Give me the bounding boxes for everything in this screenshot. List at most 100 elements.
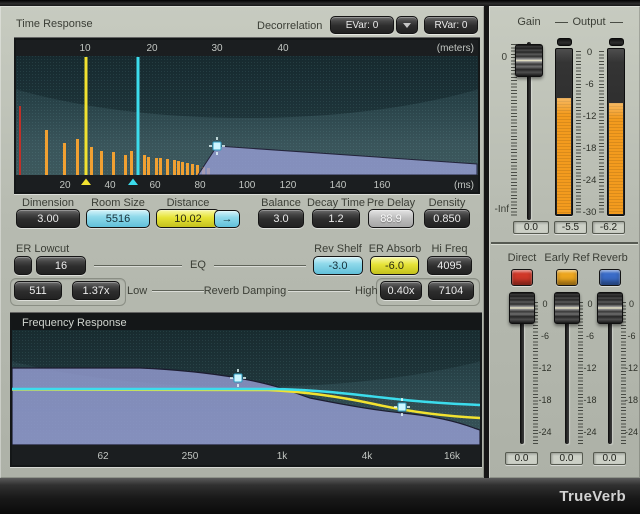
- rvar-button[interactable]: RVar: 0: [424, 16, 478, 34]
- reverb-fader-scale: 0 -6 -12 -18 -24: [624, 299, 639, 437]
- axis-tick-label: 60: [149, 180, 161, 191]
- early-reflection-bar: [90, 147, 93, 175]
- reverb-damping-title: Reverb Damping: [200, 285, 290, 297]
- clip-led-left[interactable]: [557, 38, 572, 46]
- axis-tick-label: 20: [59, 180, 71, 191]
- early-reflection-bar: [147, 157, 150, 175]
- direct-fader-knob[interactable]: [509, 292, 535, 324]
- er-lowcut-toggle-button[interactable]: [14, 256, 32, 275]
- er-absorb-value[interactable]: -6.0: [370, 256, 419, 275]
- fr-axis-strip: [12, 445, 480, 465]
- axis-tick-label: 62: [97, 451, 109, 462]
- early-reflection-bar: [124, 155, 127, 175]
- output-left-readout[interactable]: -5.5: [554, 221, 587, 234]
- decay-time-value[interactable]: 1.2: [312, 209, 360, 228]
- evar-dropdown-button[interactable]: [396, 16, 418, 34]
- early-reflection-bar: [143, 155, 146, 175]
- damping-high-ratio-value[interactable]: 0.40x: [380, 281, 422, 300]
- damping-line-right: [288, 290, 350, 291]
- reverb-mute-button[interactable]: [599, 269, 621, 286]
- output-meter-right: [607, 48, 625, 216]
- reverb-fader-knob[interactable]: [597, 292, 623, 324]
- output-right-readout[interactable]: -6.2: [592, 221, 625, 234]
- db-scale-label: -18: [624, 395, 639, 405]
- direct-sound-marker: [19, 106, 21, 175]
- room-size-label: Room Size: [78, 197, 158, 209]
- early-reflection-bar: [173, 160, 176, 175]
- bottom-bar: TrueVerb: [0, 478, 640, 514]
- early-reflection-bar: [181, 162, 184, 175]
- time-response-graph[interactable]: 10 20 30 40 (meters): [14, 38, 480, 194]
- gain-scale-top: 0: [493, 52, 507, 63]
- db-scale-label: -12: [582, 363, 598, 373]
- main-panel: Time Response Decorrelation EVar: 0 RVar…: [0, 6, 484, 478]
- frequency-response-graph[interactable]: Frequency Response: [10, 313, 482, 467]
- axis-tick-label: 250: [182, 451, 199, 462]
- early-ref-value-readout[interactable]: 0.0: [550, 452, 583, 465]
- early-ref-fader-knob[interactable]: [554, 292, 580, 324]
- early-reflection-bar: [177, 161, 180, 175]
- er-lowcut-value[interactable]: 16: [36, 256, 86, 275]
- db-scale-label: -30: [580, 208, 599, 218]
- axis-tick-label: 160: [374, 180, 391, 191]
- early-reflection-bar: [76, 139, 79, 175]
- db-scale-label: -24: [624, 427, 639, 437]
- eq-section-label: EQ: [186, 259, 210, 271]
- distance-value[interactable]: 10.02: [156, 209, 220, 228]
- channel-label-reverb: Reverb: [580, 252, 640, 264]
- distance-marker-line[interactable]: [85, 57, 88, 175]
- room-distance-link-button[interactable]: →: [214, 210, 240, 228]
- early-reflection-bar: [130, 151, 133, 175]
- db-scale-label: 0: [580, 48, 599, 58]
- axis-unit-label: (ms): [454, 180, 474, 191]
- axis-tick-label: 4k: [362, 451, 374, 462]
- early-reflection-bar: [186, 163, 189, 175]
- balance-value[interactable]: 3.0: [258, 209, 304, 228]
- direct-value-readout[interactable]: 0.0: [505, 452, 538, 465]
- early-reflection-bar: [166, 159, 169, 175]
- damping-high-label: High: [355, 285, 378, 297]
- eq-divider-line-left: [94, 265, 182, 266]
- damping-line-left: [152, 290, 204, 291]
- gain-scale-bottom: -Inf: [489, 204, 509, 215]
- reverb-value-readout[interactable]: 0.0: [593, 452, 626, 465]
- pre-delay-value[interactable]: 88.9: [368, 209, 414, 228]
- direct-fader-scale: 0 -6 -12 -18 -24: [537, 299, 553, 437]
- axis-tick-label: 10: [79, 43, 91, 54]
- early-reflection-bar: [191, 164, 194, 175]
- early-ref-mute-button[interactable]: [556, 269, 578, 286]
- damping-low-label: Low: [127, 285, 147, 297]
- room-size-value[interactable]: 5516: [86, 209, 150, 228]
- density-value[interactable]: 0.850: [424, 209, 470, 228]
- db-scale-label: -12: [537, 363, 553, 373]
- db-scale-label: 0: [624, 299, 639, 309]
- gain-fader-knob[interactable]: [515, 44, 543, 77]
- db-scale-label: -24: [580, 176, 599, 186]
- db-scale-label: -18: [537, 395, 553, 405]
- output-label-dash: [610, 22, 623, 23]
- damping-low-ratio-value[interactable]: 1.37x: [72, 281, 120, 300]
- axis-tick-label: 100: [239, 180, 256, 191]
- direct-mute-button[interactable]: [511, 269, 533, 286]
- db-scale-label: 0: [537, 299, 553, 309]
- evar-button[interactable]: EVar: 0: [330, 16, 394, 34]
- damping-low-freq-value[interactable]: 511: [14, 281, 62, 300]
- dropdown-arrow-icon: [403, 23, 411, 28]
- hi-freq-value[interactable]: 4095: [427, 256, 472, 275]
- trueverb-plugin-window: Time Response Decorrelation EVar: 0 RVar…: [0, 0, 640, 514]
- axis-tick-label: 40: [104, 180, 116, 191]
- rev-shelf-label: Rev Shelf: [308, 243, 368, 255]
- room-size-marker-line[interactable]: [137, 57, 140, 175]
- gain-value-readout[interactable]: 0.0: [513, 221, 549, 234]
- early-ref-fader-scale: 0 -6 -12 -18 -24: [582, 299, 598, 437]
- dimension-value[interactable]: 3.00: [16, 209, 80, 228]
- db-scale-label: -24: [582, 427, 598, 437]
- er-absorb-label: ER Absorb: [365, 243, 425, 255]
- damping-high-freq-value[interactable]: 7104: [428, 281, 474, 300]
- routing-arrow-icon: →: [222, 213, 233, 225]
- distance-label: Distance: [148, 197, 228, 209]
- rev-shelf-value[interactable]: -3.0: [313, 256, 363, 275]
- er-lowcut-label: ER Lowcut: [16, 243, 69, 255]
- early-reflection-bar: [100, 151, 103, 175]
- clip-led-right[interactable]: [609, 38, 624, 46]
